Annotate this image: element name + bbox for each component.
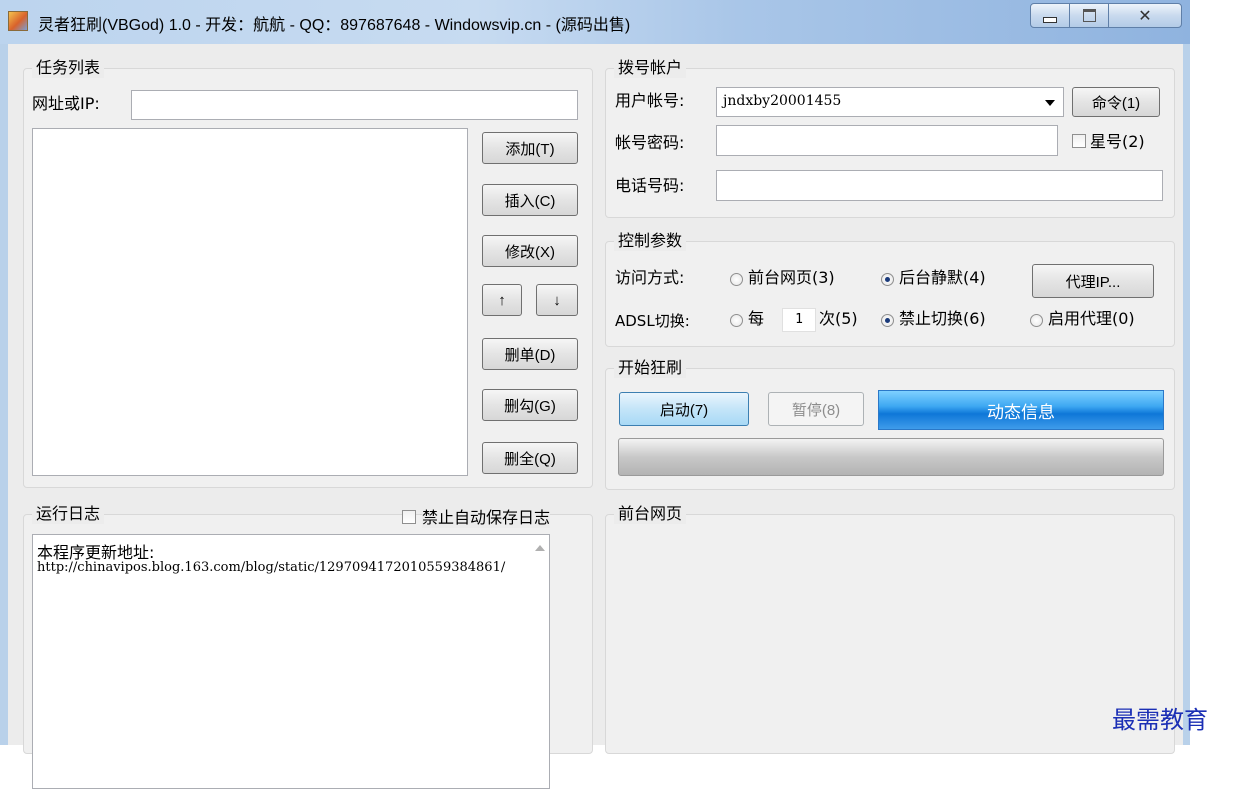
user-label: 用户帐号: (615, 91, 685, 110)
app-icon (8, 11, 28, 31)
adsl-proxy-label: 启用代理(0) (1048, 309, 1135, 328)
chevron-down-icon[interactable] (1045, 100, 1055, 106)
no-autosave-label: 禁止自动保存日志 (422, 508, 551, 528)
maximize-button[interactable] (1069, 3, 1109, 28)
delete-single-button[interactable]: 删单(D) (482, 338, 578, 370)
adsl-disable-radio[interactable] (881, 314, 894, 327)
insert-button[interactable]: 插入(C) (482, 184, 578, 216)
adsl-every-input[interactable]: 1 (782, 308, 816, 332)
task-listbox[interactable] (32, 128, 468, 476)
title-bar[interactable]: 灵者狂刷(VBGod) 1.0 - 开发：航航 - QQ：897687648 -… (0, 0, 1190, 44)
modify-button[interactable]: 修改(X) (482, 235, 578, 267)
adsl-proxy-radio[interactable] (1030, 314, 1043, 327)
adsl-every-radio[interactable] (730, 314, 743, 327)
progress-bar (618, 438, 1164, 476)
close-icon: ✕ (1138, 5, 1152, 25)
task-list-title: 任务列表 (32, 58, 105, 78)
adsl-every-suffix: 次(5) (819, 309, 858, 328)
access-foreground-label: 前台网页(3) (748, 268, 835, 287)
close-button[interactable]: ✕ (1108, 3, 1182, 28)
move-up-button[interactable]: ↑ (482, 284, 522, 316)
url-label: 网址或IP: (32, 94, 100, 113)
start-button[interactable]: 启动(7) (619, 392, 749, 426)
minimize-button[interactable] (1030, 3, 1070, 28)
user-combobox-value: jndxby20001455 (723, 93, 842, 109)
scroll-up-icon[interactable] (535, 545, 545, 551)
adsl-label: ADSL切换: (615, 312, 690, 330)
maximize-icon (1082, 9, 1096, 22)
proxy-ip-button[interactable]: 代理IP... (1032, 264, 1154, 298)
password-input[interactable] (716, 125, 1058, 156)
star-checkbox-label: 星号(2) (1090, 132, 1145, 151)
app-window: 灵者狂刷(VBGod) 1.0 - 开发：航航 - QQ：897687648 -… (0, 0, 1190, 789)
move-down-button[interactable]: ↓ (536, 284, 578, 316)
url-input[interactable] (131, 90, 578, 120)
phone-input[interactable] (716, 170, 1163, 201)
password-label: 帐号密码: (615, 133, 685, 152)
adsl-disable-label: 禁止切换(6) (899, 309, 986, 328)
log-title: 运行日志 (32, 504, 105, 524)
front-page-title: 前台网页 (614, 504, 687, 524)
no-autosave-checkbox[interactable] (402, 510, 416, 524)
user-combobox[interactable]: jndxby20001455 (716, 87, 1064, 117)
access-background-radio[interactable] (881, 273, 894, 286)
dial-account-title: 拨号帐户 (614, 58, 687, 78)
access-foreground-radio[interactable] (730, 273, 743, 286)
log-textarea[interactable]: 本程序更新地址: http://chinavipos.blog.163.com/… (32, 534, 550, 789)
start-title: 开始狂刷 (614, 358, 687, 378)
adsl-every-prefix: 每 (748, 309, 765, 328)
pause-button[interactable]: 暂停(8) (768, 392, 864, 426)
add-button[interactable]: 添加(T) (482, 132, 578, 164)
watermark: 最需教育 (1112, 706, 1208, 734)
front-page-group: 前台网页 (605, 504, 1175, 754)
phone-label: 电话号码: (615, 176, 685, 195)
window-title: 灵者狂刷(VBGod) 1.0 - 开发：航航 - QQ：897687648 -… (38, 17, 631, 34)
delete-all-button[interactable]: 删全(Q) (482, 442, 578, 474)
client-area: 任务列表 网址或IP: 添加(T) 插入(C) 修改(X) ↑ ↓ 删单(D) … (8, 44, 1183, 789)
minimize-icon (1043, 16, 1057, 23)
control-title: 控制参数 (614, 231, 687, 251)
command-button[interactable]: 命令(1) (1072, 87, 1160, 117)
dynamic-info-banner: 动态信息 (878, 390, 1164, 430)
log-url: http://chinavipos.blog.163.com/blog/stat… (37, 560, 506, 575)
star-checkbox[interactable] (1072, 134, 1086, 148)
access-background-label: 后台静默(4) (899, 268, 986, 287)
delete-checked-button[interactable]: 删勾(G) (482, 389, 578, 421)
access-mode-label: 访问方式: (615, 268, 685, 287)
